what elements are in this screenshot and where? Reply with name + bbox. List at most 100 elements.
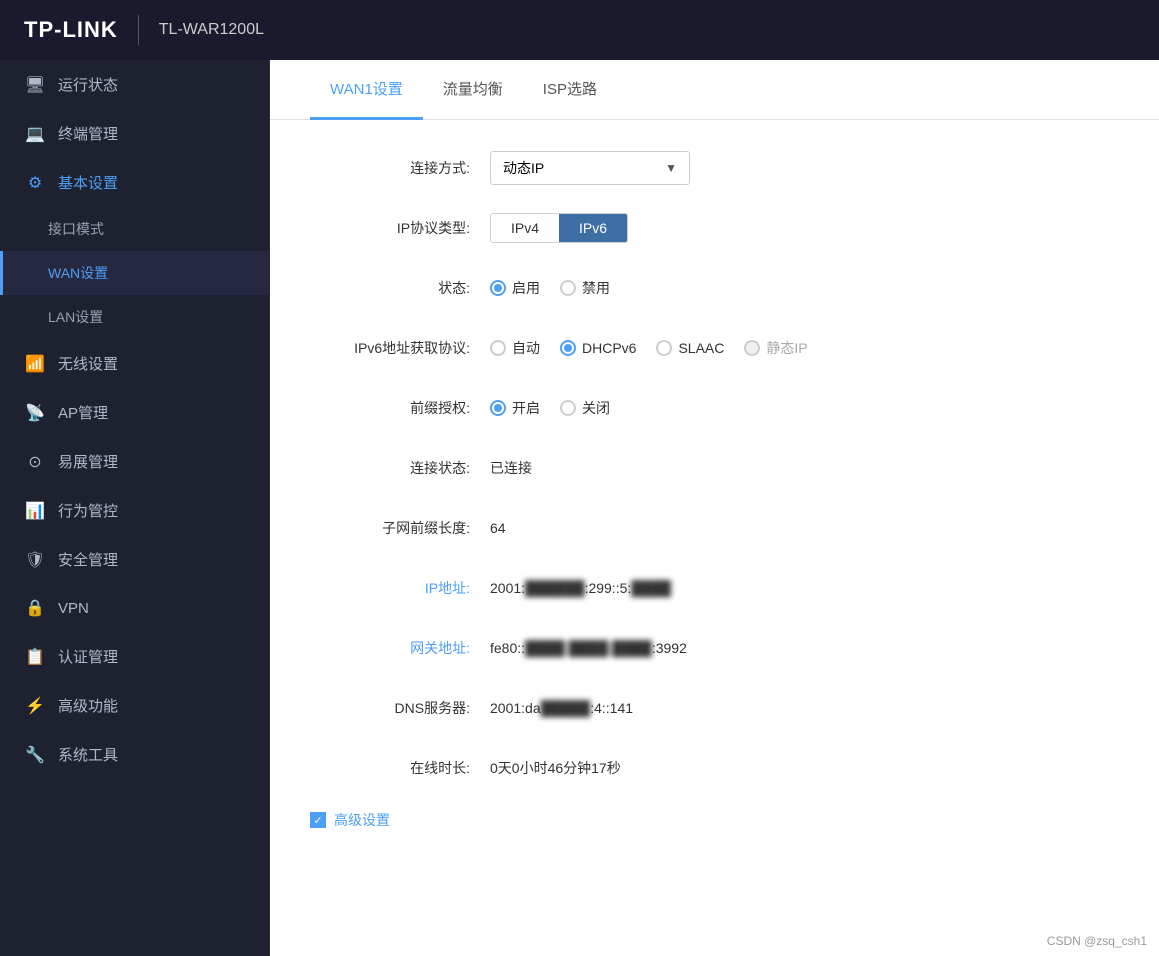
sidebar-item-label: 系统工具 — [58, 744, 118, 765]
dhcpv6-radio-label: DHCPv6 — [582, 340, 636, 356]
sidebar-item-system-tools[interactable]: 🔧 系统工具 — [0, 730, 269, 779]
online-time-value: 0天0小时46分钟17秒 — [490, 758, 621, 778]
sidebar-item-terminal-mgmt[interactable]: 💻 终端管理 — [0, 109, 269, 158]
sidebar-item-auth-mgmt[interactable]: 📋 认证管理 — [0, 632, 269, 681]
tab-traffic-balance[interactable]: 流量均衡 — [423, 60, 523, 120]
ip-protocol-toggle: IPv4 IPv6 — [490, 213, 628, 243]
slaac-radio-circle — [656, 340, 672, 356]
prefix-auth-row: 前缀授权: 开启 关闭 — [310, 390, 1119, 426]
sidebar-item-label: 行为管控 — [58, 500, 118, 521]
sidebar-item-run-status[interactable]: 🖥 运行状态 — [0, 60, 269, 109]
conn-status-label: 连接状态: — [310, 458, 490, 478]
prefix-off-radio-circle — [560, 400, 576, 416]
terminal-mgmt-icon: 💻 — [24, 124, 46, 144]
advanced-func-icon: ⚡ — [24, 696, 46, 716]
wireless-icon: 📶 — [24, 354, 46, 374]
ipv6-acquire-label: IPv6地址获取协议: — [310, 338, 490, 358]
sidebar-item-label: VPN — [58, 600, 89, 617]
connection-type-label: 连接方式: — [310, 158, 490, 178]
connection-type-dropdown[interactable]: 动态IP ▼ — [490, 151, 690, 185]
sidebar-item-vpn[interactable]: 🔒 VPN — [0, 584, 269, 632]
behavior-ctrl-icon: 📊 — [24, 501, 46, 521]
sidebar-item-label: 运行状态 — [58, 74, 118, 95]
static-ip-radio[interactable]: 静态IP — [744, 338, 807, 358]
subnet-prefix-value: 64 — [490, 520, 506, 536]
main-layout: 🖥 运行状态 💻 终端管理 ⚙ 基本设置 接口模式 WAN设置 LAN设置 📶 … — [0, 60, 1159, 956]
conn-status-row: 连接状态: 已连接 — [310, 450, 1119, 486]
header: TP-LINK TL-WAR1200L — [0, 0, 1159, 60]
disable-radio[interactable]: 禁用 — [560, 278, 610, 298]
system-tools-icon: 🔧 — [24, 745, 46, 765]
enable-radio[interactable]: 启用 — [490, 278, 540, 298]
tab-wan1[interactable]: WAN1设置 — [310, 60, 423, 120]
dns-label: DNS服务器: — [310, 698, 490, 718]
footer-watermark: CSDN @zsq_csh1 — [1047, 934, 1147, 948]
dhcpv6-radio[interactable]: DHCPv6 — [560, 340, 636, 356]
enable-radio-label: 启用 — [512, 278, 540, 298]
auto-radio[interactable]: 自动 — [490, 338, 540, 358]
ipv6-acquire-row: IPv6地址获取协议: 自动 DHCPv6 SLAAC — [310, 330, 1119, 366]
main-content: WAN1设置 流量均衡 ISP选路 连接方式: 动态IP ▼ IP协议类型: I… — [270, 60, 1159, 956]
online-time-label: 在线时长: — [310, 758, 490, 778]
prefix-on-radio[interactable]: 开启 — [490, 398, 540, 418]
ip-addr-row: IP地址: 2001:██████:299::5:████ — [310, 570, 1119, 606]
ipv4-btn[interactable]: IPv4 — [491, 214, 559, 242]
sidebar-item-label: 无线设置 — [58, 353, 118, 374]
gateway-label: 网关地址: — [310, 638, 490, 658]
dropdown-arrow-icon: ▼ — [665, 161, 677, 175]
sidebar-item-label: 认证管理 — [58, 646, 118, 667]
static-ip-radio-label: 静态IP — [766, 338, 807, 358]
sidebar-item-lan-settings[interactable]: LAN设置 — [0, 295, 269, 339]
prefix-off-radio[interactable]: 关闭 — [560, 398, 610, 418]
sidebar-item-advanced-func[interactable]: ⚡ 高级功能 — [0, 681, 269, 730]
sidebar-item-label: 安全管理 — [58, 549, 118, 570]
slaac-radio[interactable]: SLAAC — [656, 340, 724, 356]
sidebar: 🖥 运行状态 💻 终端管理 ⚙ 基本设置 接口模式 WAN设置 LAN设置 📶 … — [0, 60, 270, 956]
gateway-value: fe80::████:████:████:3992 — [490, 640, 687, 656]
status-radio-group: 启用 禁用 — [490, 278, 610, 298]
dhcpv6-radio-circle — [560, 340, 576, 356]
dns-value: 2001:da█████:4::141 — [490, 700, 633, 716]
easy-expand-icon: ⊙ — [24, 452, 46, 472]
lan-settings-label: LAN设置 — [48, 307, 103, 327]
prefix-on-label: 开启 — [512, 398, 540, 418]
sidebar-item-basic-settings[interactable]: ⚙ 基本设置 — [0, 158, 269, 207]
sidebar-item-label: 高级功能 — [58, 695, 118, 716]
basic-settings-icon: ⚙ — [24, 173, 46, 193]
vpn-icon: 🔒 — [24, 598, 46, 618]
ip-protocol-label: IP协议类型: — [310, 218, 490, 238]
security-icon: 🛡 — [24, 550, 46, 570]
status-row: 状态: 启用 禁用 — [310, 270, 1119, 306]
tab-bar: WAN1设置 流量均衡 ISP选路 — [270, 60, 1159, 120]
connection-type-value: 动态IP — [503, 158, 544, 178]
advanced-checkbox-icon: ✓ — [310, 812, 326, 828]
online-time-row: 在线时长: 0天0小时46分钟17秒 — [310, 750, 1119, 786]
sidebar-item-wireless-settings[interactable]: 📶 无线设置 — [0, 339, 269, 388]
sidebar-item-behavior-ctrl[interactable]: 📊 行为管控 — [0, 486, 269, 535]
prefix-auth-radio-group: 开启 关闭 — [490, 398, 610, 418]
ap-mgmt-icon: 📡 — [24, 403, 46, 423]
auto-radio-circle — [490, 340, 506, 356]
ip-addr-text: 2001:██████:299::5:████ — [490, 580, 671, 596]
sidebar-item-label: 易展管理 — [58, 451, 118, 472]
status-label: 状态: — [310, 278, 490, 298]
auth-mgmt-icon: 📋 — [24, 647, 46, 667]
sidebar-item-label: 基本设置 — [58, 172, 118, 193]
sidebar-item-interface-mode[interactable]: 接口模式 — [0, 207, 269, 251]
gateway-text: fe80::████:████:████:3992 — [490, 640, 687, 656]
sidebar-item-easy-expand[interactable]: ⊙ 易展管理 — [0, 437, 269, 486]
sidebar-item-security-mgmt[interactable]: 🛡 安全管理 — [0, 535, 269, 584]
sidebar-item-ap-mgmt[interactable]: 📡 AP管理 — [0, 388, 269, 437]
tab-isp-routing[interactable]: ISP选路 — [523, 60, 617, 120]
ipv6-btn[interactable]: IPv6 — [559, 214, 627, 242]
prefix-auth-label: 前缀授权: — [310, 398, 490, 418]
ip-protocol-row: IP协议类型: IPv4 IPv6 — [310, 210, 1119, 246]
advanced-settings-link[interactable]: ✓ 高级设置 — [310, 810, 1119, 830]
dns-text: 2001:da█████:4::141 — [490, 700, 633, 716]
sidebar-item-wan-settings[interactable]: WAN设置 — [0, 251, 269, 295]
prefix-off-label: 关闭 — [582, 398, 610, 418]
auto-radio-label: 自动 — [512, 338, 540, 358]
interface-mode-label: 接口模式 — [48, 219, 104, 239]
disable-radio-circle — [560, 280, 576, 296]
prefix-on-radio-circle — [490, 400, 506, 416]
